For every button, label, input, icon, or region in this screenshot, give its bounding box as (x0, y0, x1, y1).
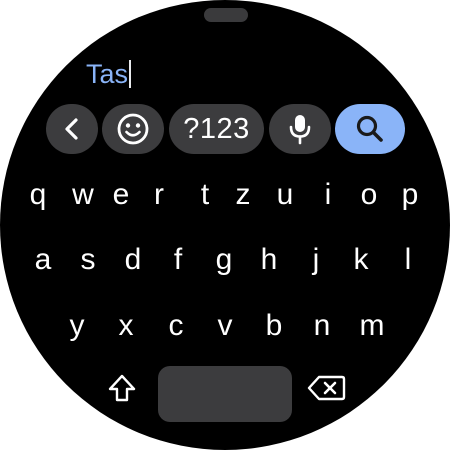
key-m[interactable]: m (352, 302, 392, 350)
search-input[interactable]: Tas (86, 54, 132, 94)
key-d[interactable]: d (113, 236, 153, 284)
back-button[interactable] (46, 104, 98, 154)
key-c[interactable]: c (156, 302, 196, 350)
space-key[interactable] (158, 366, 292, 422)
input-text: Tas (86, 58, 129, 89)
key-v[interactable]: v (205, 302, 245, 350)
key-s[interactable]: s (68, 236, 108, 284)
watch-screen: Tas ?123 q w e r t z u i o p a s d f g h… (0, 0, 450, 450)
key-u[interactable]: u (265, 171, 305, 219)
drag-handle[interactable] (204, 8, 248, 22)
key-q[interactable]: q (18, 171, 58, 219)
shift-icon (106, 372, 138, 409)
numbers-button[interactable]: ?123 (169, 104, 264, 154)
key-b[interactable]: b (254, 302, 294, 350)
search-button[interactable] (335, 104, 405, 154)
key-g[interactable]: g (204, 236, 244, 284)
key-h[interactable]: h (249, 236, 289, 284)
shift-key[interactable] (100, 368, 144, 412)
key-l[interactable]: l (388, 236, 428, 284)
key-w[interactable]: w (63, 171, 103, 219)
voice-input-button[interactable] (269, 104, 331, 154)
backspace-icon (307, 373, 347, 408)
key-i[interactable]: i (308, 171, 348, 219)
key-n[interactable]: n (302, 302, 342, 350)
key-p[interactable]: p (390, 171, 430, 219)
key-t[interactable]: t (185, 171, 225, 219)
key-k[interactable]: k (341, 236, 381, 284)
chevron-left-icon (61, 116, 83, 142)
emoji-button[interactable] (102, 104, 164, 154)
numbers-label: ?123 (183, 112, 250, 145)
search-icon (354, 113, 386, 145)
key-a[interactable]: a (23, 236, 63, 284)
microphone-icon (285, 112, 315, 146)
backspace-key[interactable] (302, 368, 352, 412)
text-cursor (129, 60, 132, 88)
key-r[interactable]: r (139, 171, 179, 219)
emoji-icon (116, 112, 150, 146)
key-j[interactable]: j (296, 236, 336, 284)
key-z[interactable]: z (223, 171, 263, 219)
key-y[interactable]: y (57, 302, 97, 350)
key-e[interactable]: e (101, 171, 141, 219)
key-x[interactable]: x (106, 302, 146, 350)
key-o[interactable]: o (349, 171, 389, 219)
key-f[interactable]: f (158, 236, 198, 284)
